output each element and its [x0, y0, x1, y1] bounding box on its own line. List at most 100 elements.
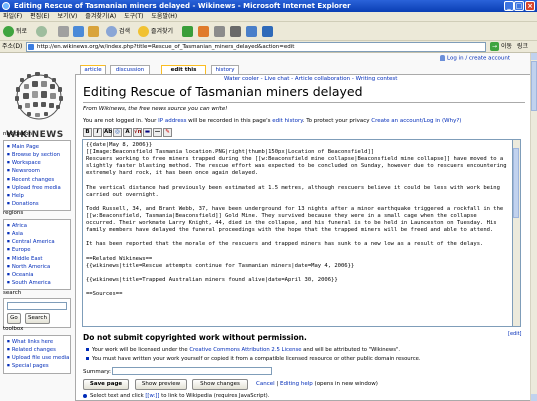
menu-file[interactable]: 파일(F) — [3, 13, 22, 20]
wikinews-globe-logo[interactable] — [8, 68, 70, 126]
search-search-button[interactable]: Search — [25, 313, 50, 324]
ip-address-link[interactable]: IP address — [158, 118, 186, 124]
nav-upload-free-media[interactable]: Upload free media — [7, 184, 70, 192]
region-central-america[interactable]: Central America — [7, 238, 70, 246]
search-go-button[interactable]: Go — [7, 313, 21, 324]
copyright-warning: Do not submit copyrighted work without p… — [83, 333, 307, 342]
history-icon[interactable] — [198, 26, 209, 37]
tab-article[interactable]: article — [80, 65, 106, 74]
summary-input[interactable] — [112, 367, 272, 375]
go-button[interactable]: → 이동 — [490, 42, 512, 52]
messenger-icon[interactable] — [262, 26, 273, 37]
menu-view[interactable]: 보기(V) — [58, 13, 78, 20]
home-icon[interactable] — [88, 26, 99, 37]
special-chars-text: Select text and click — [90, 393, 146, 399]
page-scrollbar[interactable] — [530, 53, 537, 401]
regions-heading: regions — [3, 210, 24, 216]
why-link[interactable]: (Why?) — [440, 118, 461, 124]
links-button[interactable]: 링크 — [517, 41, 528, 53]
region-africa[interactable]: Africa — [7, 222, 70, 230]
wikipedia-link-insert[interactable]: [[w:]] — [145, 393, 159, 399]
favorites-star-icon — [138, 26, 149, 37]
regions-portlet: Africa Asia Central America Europe Middl… — [3, 219, 71, 291]
toolbox-what-links-here[interactable]: What links here — [7, 338, 70, 346]
save-page-button[interactable]: Save page — [83, 379, 129, 390]
media-icon[interactable] — [182, 26, 193, 37]
scroll-up-arrow-icon[interactable] — [531, 53, 537, 60]
region-europe[interactable]: Europe — [7, 246, 70, 254]
nav-newsroom[interactable]: Newsroom — [7, 167, 70, 175]
search-button[interactable]: 검색 — [106, 25, 130, 38]
toolbox-special-pages[interactable]: Special pages — [7, 362, 70, 370]
nav-workspace[interactable]: Workspace — [7, 159, 70, 167]
back-button[interactable]: 뒤로 — [3, 25, 27, 38]
menu-tools[interactable]: 도구(T) — [124, 13, 143, 20]
nav-donations[interactable]: Donations — [7, 200, 70, 208]
headline-button[interactable]: A — [123, 128, 132, 137]
horizontal-line-button[interactable]: — — [153, 128, 162, 137]
toolbox-portlet: What links here Related changes Upload f… — [3, 335, 71, 374]
media-button[interactable]: ▬ — [143, 128, 152, 137]
menu-edit[interactable]: 편집(E) — [30, 13, 50, 20]
scroll-down-arrow-icon[interactable] — [531, 394, 537, 401]
nav-main-page[interactable]: Main Page — [7, 143, 70, 151]
license-note: Your work will be licensed under the Cre… — [86, 347, 400, 353]
favorites-button[interactable]: 즐겨찾기 — [138, 25, 173, 38]
address-label: 주소(D) — [2, 43, 23, 50]
forward-button[interactable] — [36, 25, 49, 38]
cancel-link[interactable]: Cancel — [256, 381, 275, 387]
bullet-icon — [86, 348, 89, 351]
site-notice[interactable]: Water cooler - Live chat - Article colla… — [224, 76, 397, 82]
page-scroll-thumb[interactable] — [531, 61, 537, 111]
region-south-america[interactable]: South America — [7, 279, 70, 287]
nav-recent-changes[interactable]: Recent changes — [7, 176, 70, 184]
minimize-button[interactable]: _ — [504, 1, 514, 11]
toolbox-upload-file[interactable]: Upload file use media — [7, 354, 70, 362]
print-icon[interactable] — [230, 26, 241, 37]
region-oceania[interactable]: Oceania — [7, 271, 70, 279]
window-title-bar: Editing Rescue of Tasmanian miners delay… — [0, 0, 537, 12]
italic-button[interactable]: I — [93, 128, 102, 137]
stop-icon[interactable] — [58, 26, 69, 37]
nav-browse-by-section[interactable]: Browse by section — [7, 151, 70, 159]
menu-favorites[interactable]: 즐겨찾기(A) — [85, 13, 116, 20]
navigation-portlet: Main Page Browse by section Workspace Ne… — [3, 140, 71, 212]
nav-help[interactable]: Help — [7, 192, 70, 200]
login-link[interactable]: Log in / create account — [447, 56, 510, 62]
license-link[interactable]: Creative Commons Attribution 2.5 License — [189, 347, 301, 353]
warning-text-1: You are not logged in. Your — [83, 118, 159, 124]
edit-small-link[interactable]: [edit] — [508, 331, 522, 337]
tab-history[interactable]: history — [211, 65, 239, 74]
textarea-scrollbar[interactable] — [513, 139, 521, 327]
sidebar-search-input[interactable] — [7, 302, 67, 310]
show-changes-button[interactable]: Show changes — [192, 379, 248, 390]
special-chars-text-2: to link to Wikipedia (requires JavaScrip… — [159, 393, 270, 399]
menu-help[interactable]: 도움말(H) — [151, 13, 177, 20]
address-bar: 주소(D) http://en.wikinews.org/w/index.php… — [0, 41, 537, 53]
editing-help-link[interactable]: Editing help — [280, 381, 313, 387]
edit-textarea[interactable]: {{date|May 8, 2006}} [[Image:Beaconsfiel… — [82, 139, 513, 327]
external-link-button[interactable]: ◎ — [113, 128, 122, 137]
region-north-america[interactable]: North America — [7, 263, 70, 271]
mail-icon[interactable] — [214, 26, 225, 37]
maximize-button[interactable]: □ — [514, 1, 524, 11]
textarea-scroll-thumb[interactable] — [513, 148, 519, 218]
anon-warning: You are not logged in. Your IP address w… — [83, 118, 461, 124]
region-middle-east[interactable]: Middle East — [7, 255, 70, 263]
close-button[interactable]: × — [525, 1, 535, 11]
create-account-link[interactable]: Create an account/Log in — [371, 118, 440, 124]
bold-button[interactable]: B — [83, 128, 92, 137]
refresh-icon[interactable] — [73, 26, 84, 37]
signature-button[interactable]: ✎ — [163, 128, 172, 137]
go-arrow-icon: → — [490, 42, 499, 51]
region-asia[interactable]: Asia — [7, 230, 70, 238]
internal-link-button[interactable]: Ab — [103, 128, 112, 137]
address-input[interactable]: http://en.wikinews.org/w/index.php?title… — [26, 42, 486, 52]
edit-history-link[interactable]: edit history — [272, 118, 302, 124]
image-button[interactable]: √n — [133, 128, 142, 137]
tab-discussion[interactable]: discussion — [110, 65, 150, 74]
edit-icon[interactable] — [246, 26, 257, 37]
user-links[interactable]: Log in / create account — [440, 55, 510, 62]
show-preview-button[interactable]: Show preview — [135, 379, 187, 390]
toolbox-related-changes[interactable]: Related changes — [7, 346, 70, 354]
